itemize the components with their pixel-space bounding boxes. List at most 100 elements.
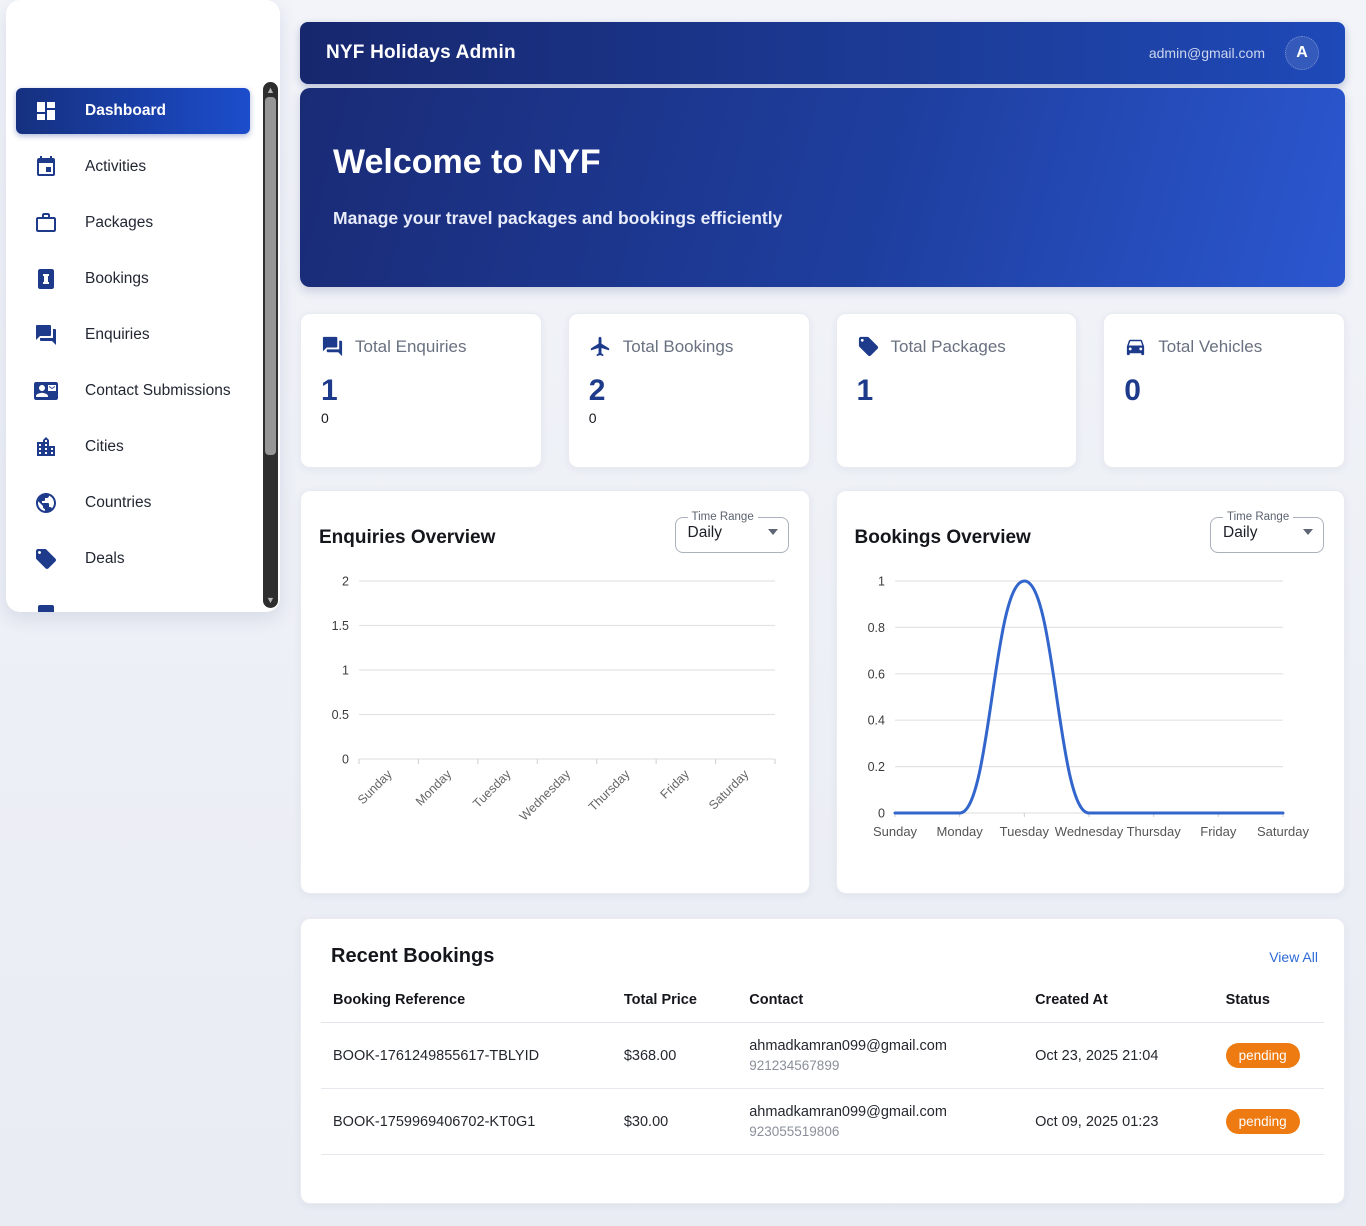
sidebar-item-packages[interactable]: Packages <box>16 200 250 246</box>
column-header-contact: Contact <box>737 974 1024 1023</box>
booking-reference: BOOK-1759969406702-KT0G1 <box>321 1088 612 1155</box>
enquiries-time-range-select[interactable]: Time Range Daily <box>674 511 789 553</box>
app-title: NYF Holidays Admin <box>326 42 516 63</box>
stat-label: Total Enquiries <box>355 336 467 356</box>
svg-text:Monday: Monday <box>413 767 455 809</box>
svg-text:Sunday: Sunday <box>872 824 917 839</box>
contact-submissions-icon <box>34 379 58 403</box>
svg-text:Wednesday: Wednesday <box>517 767 574 824</box>
bookings-time-range-select[interactable]: Time Range Daily <box>1210 511 1324 553</box>
user-email: admin@gmail.com <box>1148 45 1265 61</box>
status-badge: pending <box>1225 1043 1300 1068</box>
svg-text:Saturday: Saturday <box>706 767 752 813</box>
time-range-label: Time Range <box>691 511 754 523</box>
car-icon <box>1124 335 1147 358</box>
sidebar-nav: Dashboard Activities Packages Bookings E… <box>6 0 280 612</box>
enquiries-chart: 0 0.5 1 1.5 2 Sunday Monday Tuesday Wednesday Thu… <box>332 575 776 824</box>
sidebar: Dashboard Activities Packages Bookings E… <box>6 0 280 612</box>
scrollbar-thumb[interactable] <box>265 97 276 455</box>
welcome-title: Welcome to NYF <box>333 143 601 181</box>
time-range-value: Daily <box>687 524 722 541</box>
charts-row: Enquiries Overview Time Range Daily 0 0.5… <box>300 490 1345 894</box>
contact-cell: ahmadkamran099@gmail.com 923055519806 <box>737 1088 1024 1155</box>
main-content: NYF Holidays Admin admin@gmail.com A Wel… <box>300 22 1345 1204</box>
recent-bookings-title: Recent Bookings <box>331 945 495 967</box>
sidebar-item-cities[interactable]: Cities <box>16 424 250 470</box>
stat-value: 1 <box>321 374 338 407</box>
countries-icon <box>34 491 58 515</box>
sidebar-item-label: Enquiries <box>85 326 150 343</box>
stat-label: Total Packages <box>890 336 1006 356</box>
created-at: Oct 23, 2025 21:04 <box>1023 1022 1214 1089</box>
sidebar-item-label: Deals <box>85 550 125 567</box>
stat-card-total-packages: Total Packages 1 <box>835 313 1078 468</box>
sidebar-item-label: Contact Submissions <box>85 382 231 399</box>
sidebar-item-label: Packages <box>85 214 154 231</box>
svg-text:0.8: 0.8 <box>867 621 884 635</box>
sidebar-item-label: Cities <box>85 438 124 455</box>
sidebar-item-dashboard[interactable]: Dashboard <box>16 88 250 134</box>
svg-text:Thursday: Thursday <box>586 767 633 814</box>
svg-text:0: 0 <box>878 807 885 821</box>
stat-value: 1 <box>856 374 874 407</box>
sidebar-scrollbar[interactable]: ▲ ▼ <box>263 82 278 608</box>
time-range-label: Time Range <box>1227 511 1290 523</box>
stat-value: 0 <box>1124 374 1141 407</box>
sidebar-item-label: Countries <box>85 494 152 511</box>
sidebar-item-countries[interactable]: Countries <box>16 480 250 526</box>
svg-text:Tuesday: Tuesday <box>470 767 514 811</box>
svg-text:Saturday: Saturday <box>1256 824 1309 839</box>
contact-cell: ahmadkamran099@gmail.com 921234567899 <box>737 1022 1024 1089</box>
tag-icon <box>857 335 880 358</box>
chevron-down-icon <box>767 529 778 535</box>
table-row: BOOK-1761249855617-TBLYID $368.00 ahmadk… <box>321 1022 1324 1089</box>
sidebar-item-bookings[interactable]: Bookings <box>16 256 250 302</box>
stat-card-total-vehicles: Total Vehicles 0 <box>1103 313 1345 468</box>
enquiries-chart-title: Enquiries Overview <box>319 527 496 548</box>
svg-text:0: 0 <box>342 753 349 767</box>
sidebar-item-partial[interactable] <box>16 592 250 612</box>
svg-text:Tuesday: Tuesday <box>999 824 1049 839</box>
svg-text:0.4: 0.4 <box>867 714 884 728</box>
booking-reference: BOOK-1761249855617-TBLYID <box>321 1022 612 1089</box>
scrollbar-up-arrow-icon[interactable]: ▲ <box>263 83 278 97</box>
sidebar-item-label: Bookings <box>85 270 149 287</box>
svg-text:1: 1 <box>342 664 349 678</box>
svg-text:Friday: Friday <box>658 767 693 802</box>
column-header-created-at: Created At <box>1023 974 1214 1023</box>
welcome-banner: Welcome to NYF Manage your travel packag… <box>300 88 1345 287</box>
recent-bookings-card: Recent Bookings View All Booking Referen… <box>300 918 1345 1204</box>
view-all-link[interactable]: View All <box>1269 949 1318 965</box>
deals-icon <box>34 547 58 571</box>
svg-text:Thursday: Thursday <box>1126 824 1181 839</box>
stat-sub-value: 0 <box>321 410 329 426</box>
svg-text:0.2: 0.2 <box>867 760 884 774</box>
table-body: BOOK-1761249855617-TBLYID $368.00 ahmadk… <box>321 1022 1324 1155</box>
stat-card-total-bookings: Total Bookings 2 0 <box>567 313 810 468</box>
welcome-subtitle: Manage your travel packages and bookings… <box>333 208 783 228</box>
sidebar-item-deals[interactable]: Deals <box>16 536 250 582</box>
stat-label: Total Bookings <box>622 336 734 356</box>
status-badge: pending <box>1225 1109 1300 1134</box>
table-header-row: Booking Reference Total Price Contact Creat… <box>321 974 1324 1023</box>
total-price: $30.00 <box>611 1088 738 1155</box>
sidebar-item-contact-submissions[interactable]: Contact Submissions <box>16 368 250 414</box>
contact-phone: 923055519806 <box>749 1124 840 1139</box>
packages-icon <box>34 211 58 235</box>
stat-label: Total Vehicles <box>1158 336 1263 356</box>
user-avatar[interactable]: A <box>1285 36 1319 70</box>
sidebar-item-enquiries[interactable]: Enquiries <box>16 312 250 358</box>
sidebar-item-label: Activities <box>85 158 147 175</box>
bookings-icon <box>34 267 58 291</box>
svg-text:0.5: 0.5 <box>332 708 349 722</box>
dashboard-icon <box>34 99 58 123</box>
flight-icon <box>589 335 612 358</box>
sidebar-item-activities[interactable]: Activities <box>16 144 250 190</box>
chevron-down-icon <box>1303 529 1313 535</box>
scrollbar-down-arrow-icon[interactable]: ▼ <box>263 593 278 607</box>
svg-text:Monday: Monday <box>936 824 983 839</box>
column-header-status: Status <box>1213 974 1324 1023</box>
stat-value: 2 <box>588 374 606 407</box>
svg-text:Friday: Friday <box>1200 824 1237 839</box>
stat-card-total-enquiries: Total Enquiries 1 0 <box>300 313 542 468</box>
